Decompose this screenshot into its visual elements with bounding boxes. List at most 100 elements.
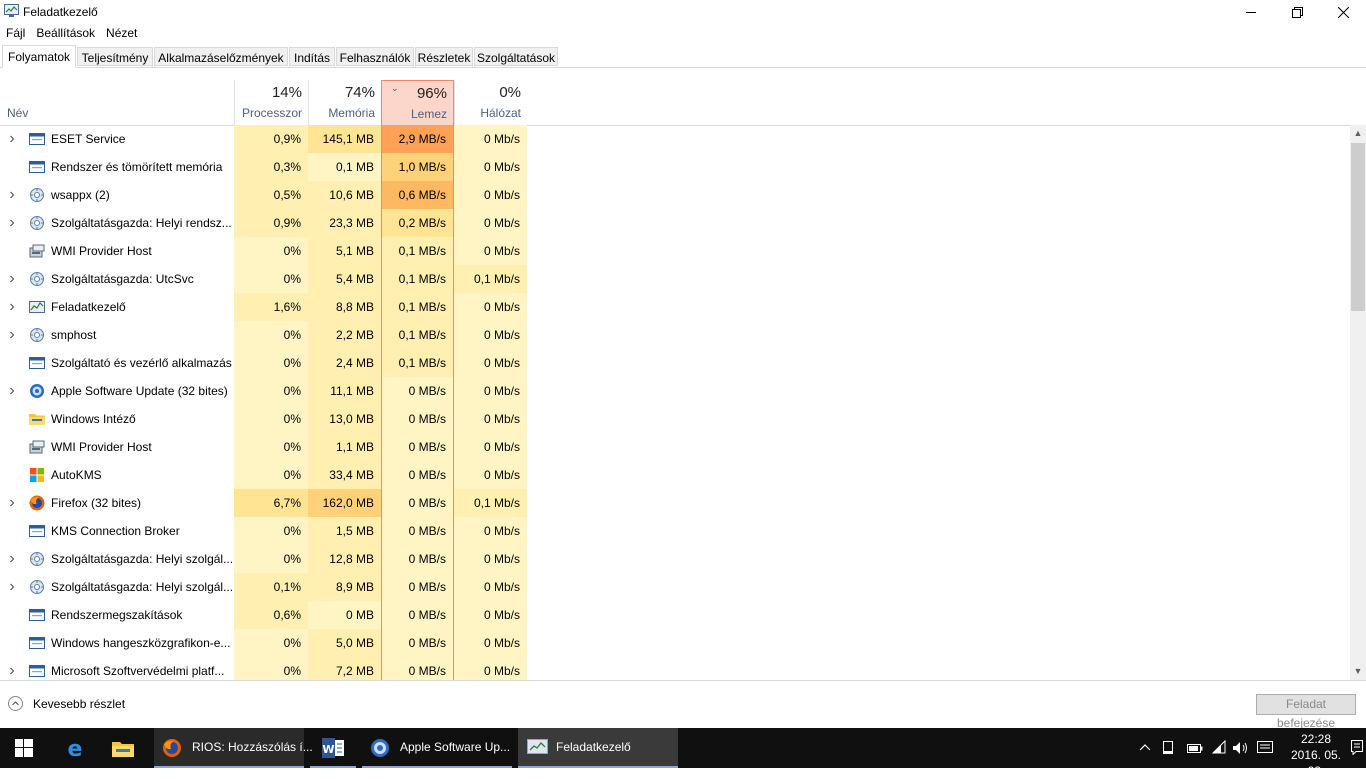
process-row[interactable]: › smphost 0% 2,2 MB 0,1 MB/s 0 Mb/s bbox=[0, 321, 1350, 349]
scroll-down-icon[interactable]: ▼ bbox=[1350, 663, 1366, 680]
column-memory[interactable]: 74% Memória bbox=[308, 80, 381, 125]
expand-chevron-icon[interactable]: › bbox=[6, 545, 18, 573]
process-row[interactable]: Rendszer és tömörített memória 0,3% 0,1 MB… bbox=[0, 153, 1350, 181]
process-row[interactable]: Rendszermegszakítások 0,6% 0 MB 0 MB/s 0 Mb/… bbox=[0, 601, 1350, 629]
menu-options[interactable]: Beállítások bbox=[30, 24, 100, 43]
fewer-details-button[interactable]: Kevesebb részlet bbox=[8, 696, 125, 711]
expand-chevron-icon[interactable]: › bbox=[6, 573, 18, 601]
process-row[interactable]: Windows Intéző 0% 13,0 MB 0 MB/s 0 Mb/s bbox=[0, 405, 1350, 433]
fewer-details-label: Kevesebb részlet bbox=[33, 696, 126, 711]
process-row[interactable]: › Szolgáltatásgazda: Helyi szolgál... 0,1%… bbox=[0, 573, 1350, 601]
disk-cell: 0 MB/s bbox=[381, 489, 454, 517]
word-icon: W bbox=[322, 738, 344, 758]
scrollbar-thumb[interactable] bbox=[1351, 143, 1365, 311]
process-row[interactable]: › wsappx (2) 0,5% 10,6 MB 0,6 MB/s 0 Mb/s bbox=[0, 181, 1350, 209]
expand-chevron-icon[interactable]: › bbox=[6, 321, 18, 349]
memory-cell: 23,3 MB bbox=[308, 209, 381, 237]
tab-performance[interactable]: Teljesítmény bbox=[77, 47, 153, 66]
notifications-icon[interactable] bbox=[1350, 739, 1364, 755]
process-row[interactable]: WMI Provider Host 0% 1,1 MB 0 MB/s 0 Mb/s bbox=[0, 433, 1350, 461]
process-row[interactable]: Szolgáltató és vezérlő alkalmazás 0% 2,4 M… bbox=[0, 349, 1350, 377]
network-cell: 0 Mb/s bbox=[454, 433, 527, 461]
network-cell: 0 Mb/s bbox=[454, 461, 527, 489]
process-row[interactable]: › Microsoft Szoftvervédelmi platf... 0% 7,2… bbox=[0, 657, 1350, 680]
network-cell: 0 Mb/s bbox=[454, 321, 527, 349]
gear-icon bbox=[29, 187, 45, 203]
process-row[interactable]: Windows hangeszközgrafikon-e... 0% 5,0 MB 0… bbox=[0, 629, 1350, 657]
column-disk[interactable]: ⌄ 96% Lemez bbox=[381, 80, 454, 125]
taskbar-app-word[interactable]: W bbox=[310, 728, 356, 768]
battery-icon[interactable] bbox=[1186, 740, 1204, 756]
close-button[interactable] bbox=[1320, 0, 1366, 24]
memory-total: 74% bbox=[344, 84, 375, 101]
disk-cell: 0 MB/s bbox=[381, 601, 454, 629]
network-cell: 0 Mb/s bbox=[454, 349, 527, 377]
process-row[interactable]: AutoKMS 0% 33,4 MB 0 MB/s 0 Mb/s bbox=[0, 461, 1350, 489]
start-button[interactable] bbox=[0, 728, 48, 768]
process-name: ESET Service bbox=[51, 132, 126, 146]
tab-startup[interactable]: Indítás bbox=[289, 47, 335, 66]
wifi-icon[interactable] bbox=[1210, 740, 1228, 756]
tab-users[interactable]: Felhasználók bbox=[336, 47, 414, 66]
chevron-up-icon[interactable] bbox=[1138, 740, 1152, 756]
tab-services[interactable]: Szolgáltatások bbox=[474, 47, 558, 66]
expand-chevron-icon[interactable]: › bbox=[6, 209, 18, 237]
network-cell: 0 Mb/s bbox=[454, 377, 527, 405]
network-cell: 0 Mb/s bbox=[454, 601, 527, 629]
tablet-icon[interactable] bbox=[1162, 740, 1174, 756]
menu-view[interactable]: Nézet bbox=[100, 24, 142, 43]
column-cpu[interactable]: 14% Processzor bbox=[234, 80, 308, 125]
cpu-cell: 0,9% bbox=[234, 125, 308, 153]
process-row[interactable]: › Feladatkezelő 1,6% 8,8 MB 0,1 MB/s 0 Mb/s bbox=[0, 293, 1350, 321]
expand-chevron-icon[interactable]: › bbox=[6, 265, 18, 293]
process-name: AutoKMS bbox=[51, 468, 102, 482]
expand-chevron-icon[interactable]: › bbox=[6, 489, 18, 517]
column-name[interactable]: Név bbox=[7, 106, 28, 120]
tab-processes[interactable]: Folyamatok bbox=[2, 45, 76, 68]
process-row[interactable]: KMS Connection Broker 0% 1,5 MB 0 MB/s 0 Mb/… bbox=[0, 517, 1350, 545]
svg-text:W: W bbox=[322, 743, 334, 756]
restore-button[interactable] bbox=[1274, 0, 1320, 24]
cpu-cell: 0% bbox=[234, 237, 308, 265]
expand-chevron-icon[interactable]: › bbox=[6, 125, 18, 153]
volume-icon[interactable] bbox=[1232, 740, 1250, 756]
cpu-cell: 0% bbox=[234, 545, 308, 573]
taskbar-file-explorer[interactable] bbox=[100, 728, 146, 768]
vertical-scrollbar[interactable]: ▲ ▼ bbox=[1350, 125, 1366, 680]
taskbar-app-firefox[interactable]: RIOS: Hozzászólás í... bbox=[154, 728, 313, 768]
expand-chevron-icon bbox=[6, 461, 18, 489]
process-row[interactable]: › Apple Software Update (32 bites) 0% 11,1 … bbox=[0, 377, 1350, 405]
column-network[interactable]: 0% Hálózat bbox=[454, 80, 527, 125]
memory-cell: 0 MB bbox=[308, 601, 381, 629]
process-row[interactable]: WMI Provider Host 0% 5,1 MB 0,1 MB/s 0 Mb/s bbox=[0, 237, 1350, 265]
tab-details[interactable]: Részletek bbox=[415, 47, 473, 66]
process-row[interactable]: › Szolgáltatásgazda: Helyi szolgál... 0% 12… bbox=[0, 545, 1350, 573]
disk-cell: 0 MB/s bbox=[381, 377, 454, 405]
system-clock[interactable]: 22:28 2016. 05. 23. bbox=[1284, 731, 1348, 779]
minimize-button[interactable] bbox=[1228, 0, 1274, 24]
tab-app-history[interactable]: Alkalmazáselőzmények bbox=[154, 47, 288, 66]
process-row[interactable]: › Szolgáltatásgazda: Helyi rendsz... 0,9% 2… bbox=[0, 209, 1350, 237]
expand-chevron-icon[interactable]: › bbox=[6, 377, 18, 405]
gear-icon bbox=[29, 215, 45, 231]
expand-chevron-icon[interactable]: › bbox=[6, 181, 18, 209]
process-name: Szolgáltatásgazda: Helyi szolgál... bbox=[51, 552, 234, 566]
memory-cell: 1,5 MB bbox=[308, 517, 381, 545]
expand-chevron-icon[interactable]: › bbox=[6, 293, 18, 321]
cpu-cell: 0,1% bbox=[234, 573, 308, 601]
process-row[interactable]: › Firefox (32 bites) 6,7% 162,0 MB 0 MB/s 0,1… bbox=[0, 489, 1350, 517]
input-language-icon[interactable] bbox=[1256, 740, 1274, 756]
taskbar-app-apple-update[interactable]: Apple Software Up... bbox=[362, 728, 512, 768]
cpu-cell: 0,6% bbox=[234, 601, 308, 629]
menu-file[interactable]: Fájl bbox=[0, 24, 30, 43]
network-cell: 0 Mb/s bbox=[454, 181, 527, 209]
process-row[interactable]: › ESET Service 0,9% 145,1 MB 2,9 MB/s 0 Mb/s bbox=[0, 125, 1350, 153]
end-task-button[interactable]: Feladat befejezése bbox=[1256, 694, 1356, 730]
taskbar-app-task-manager[interactable]: Feladatkezelő bbox=[518, 728, 678, 768]
process-name: Szolgáltatásgazda: Helyi rendsz... bbox=[51, 216, 232, 230]
taskbar-edge[interactable]: e bbox=[52, 728, 98, 768]
process-row[interactable]: › Szolgáltatásgazda: UtcSvc 0% 5,4 MB 0,1 MB… bbox=[0, 265, 1350, 293]
scroll-up-icon[interactable]: ▲ bbox=[1350, 125, 1366, 142]
cpu-cell: 0,9% bbox=[234, 209, 308, 237]
expand-chevron-icon[interactable]: › bbox=[6, 657, 18, 680]
